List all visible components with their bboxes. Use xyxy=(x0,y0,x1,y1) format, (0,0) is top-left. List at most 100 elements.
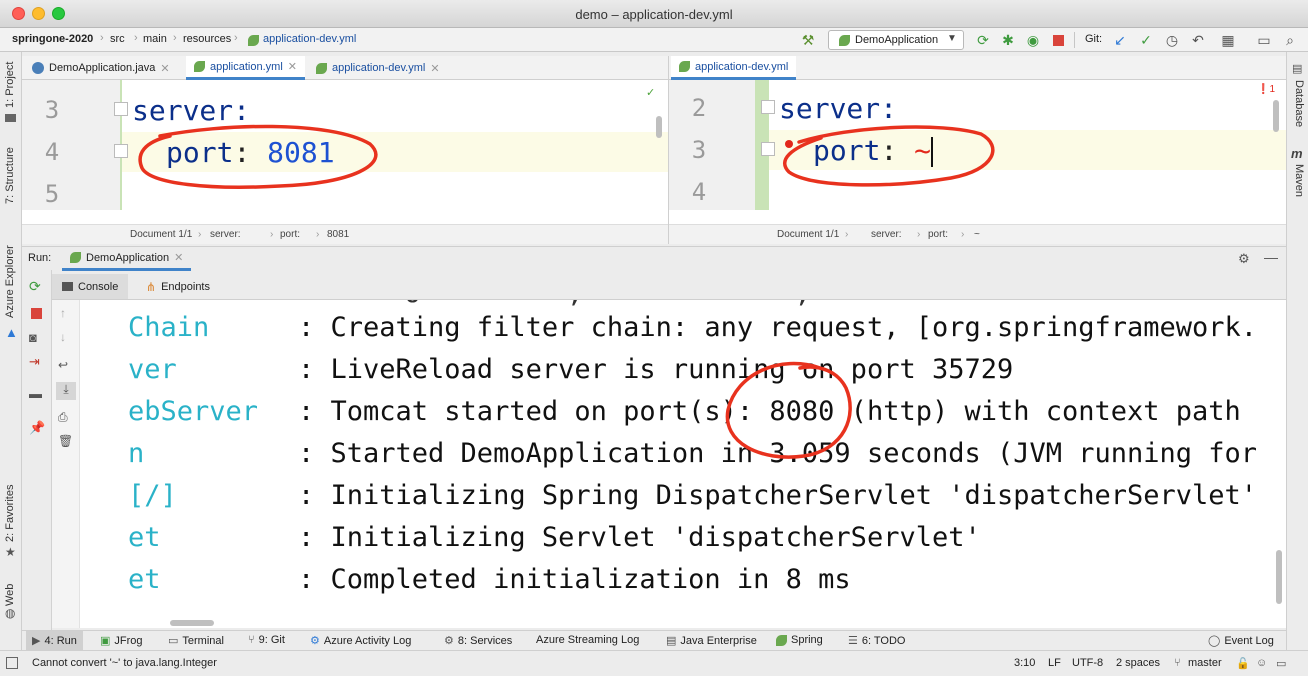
breadcrumb-file[interactable]: application-dev.yml xyxy=(263,33,356,45)
console-output[interactable]: ↑ ↓ ↩ ⤓ ⎙ 🗑 o , , Chain: Creating filter… xyxy=(52,300,1286,628)
tool-tab-project[interactable]: 1: Project xyxy=(4,62,16,108)
log-message: : LiveReload server is running on port 3… xyxy=(298,354,1014,385)
stop-icon[interactable] xyxy=(31,308,42,319)
debug-bug-icon[interactable]: ✱ xyxy=(1000,32,1016,48)
close-icon[interactable]: ✕ xyxy=(160,62,169,75)
tab-endpoints[interactable]: ⋔ Endpoints xyxy=(140,274,216,299)
tool-tab-git[interactable]: ⑂ 9: Git xyxy=(248,634,285,646)
chevron-right-icon: › xyxy=(173,32,177,44)
memory-indicator-icon[interactable]: ▭ xyxy=(1276,657,1286,670)
caret-position[interactable]: 3:10 xyxy=(1014,657,1035,669)
breadcrumb-value[interactable]: 8081 xyxy=(327,229,349,240)
close-icon[interactable]: ✕ xyxy=(288,60,297,73)
project-structure-icon[interactable]: ▦ xyxy=(1220,32,1236,48)
tool-tab-terminal[interactable]: ▭ Terminal xyxy=(168,634,224,648)
line-separator[interactable]: LF xyxy=(1048,657,1061,669)
clipped-line: o , , xyxy=(128,300,810,309)
git-history-clock-icon[interactable]: ◷ xyxy=(1164,32,1180,48)
run-configuration-select[interactable]: DemoApplication ▼ xyxy=(828,30,964,50)
rerun-icon[interactable]: ⟳ xyxy=(975,32,991,48)
horizontal-scrollbar[interactable] xyxy=(170,620,214,626)
vertical-scrollbar[interactable] xyxy=(1273,100,1279,132)
arrow-down-icon[interactable]: ↓ xyxy=(60,330,66,344)
scroll-to-end-icon[interactable]: ⤓ xyxy=(56,382,76,400)
exit-icon[interactable]: ⇥ xyxy=(29,354,40,370)
run-configuration-label: DemoApplication xyxy=(855,34,939,46)
tool-tab-favorites[interactable]: 2: Favorites xyxy=(4,485,16,542)
tab-application-dev-yml[interactable]: application-dev.yml xyxy=(671,56,797,80)
minimize-icon[interactable]: — xyxy=(1264,249,1278,265)
close-icon[interactable]: ✕ xyxy=(174,251,183,264)
tool-tab-spring[interactable]: Spring xyxy=(776,634,823,646)
terminal-window-icon[interactable]: ▭ xyxy=(1256,32,1272,48)
close-icon[interactable]: ✕ xyxy=(430,62,439,75)
toggle-tool-windows-icon[interactable] xyxy=(6,657,18,669)
inspector-face-icon[interactable]: ☺ xyxy=(1256,657,1267,669)
breadcrumb-port[interactable]: port: xyxy=(928,229,948,240)
tool-tab-todo[interactable]: ☰ 6: TODO xyxy=(848,634,905,648)
fold-icon[interactable] xyxy=(761,100,775,114)
tool-tab-azure-explorer[interactable]: Azure Explorer xyxy=(4,245,16,318)
logger-name: Chain xyxy=(128,312,210,343)
search-icon[interactable]: ⌕ xyxy=(1282,32,1298,48)
breadcrumb-server[interactable]: server: xyxy=(210,229,241,240)
git-update-arrow-icon[interactable]: ↙ xyxy=(1112,32,1128,48)
lock-icon[interactable]: 🔓 xyxy=(1236,657,1250,670)
tab-console[interactable]: Console xyxy=(52,274,129,299)
tool-tab-structure[interactable]: 7: Structure xyxy=(4,147,16,204)
git-rollback-icon[interactable]: ↶ xyxy=(1190,32,1206,48)
breadcrumb-project[interactable]: springone-2020 xyxy=(12,33,93,45)
breadcrumb-document[interactable]: Document 1/1 xyxy=(130,229,192,240)
layout-icon[interactable]: ▬ xyxy=(29,386,42,401)
pin-icon[interactable]: 📌 xyxy=(29,420,45,436)
print-icon[interactable]: ⎙ xyxy=(58,410,68,425)
tool-tab-database[interactable]: Database xyxy=(1293,80,1305,127)
tool-tab-java-enterprise[interactable]: ▤ Java Enterprise xyxy=(666,634,757,648)
tab-demoapplication-java[interactable]: DemoApplication.java ✕ xyxy=(24,56,178,80)
breadcrumb-main[interactable]: main xyxy=(143,33,167,45)
breadcrumb-resources[interactable]: resources xyxy=(183,33,231,45)
run-config-tab[interactable]: DemoApplication ✕ xyxy=(62,247,192,271)
breadcrumb-src[interactable]: src xyxy=(110,33,125,45)
tool-tab-run[interactable]: ▶ 4: Run xyxy=(26,631,83,650)
right-editor[interactable]: 2 3 4 server: port: ~ ❗1 xyxy=(669,80,1286,218)
logger-name: n xyxy=(128,438,145,469)
fold-icon[interactable] xyxy=(761,142,775,156)
trash-icon[interactable]: 🗑 xyxy=(58,434,73,448)
tool-tab-jfrog[interactable]: ▣ JFrog xyxy=(100,634,143,648)
breadcrumb-server[interactable]: server: xyxy=(871,229,902,240)
rerun-icon[interactable]: ⟳ xyxy=(29,278,41,295)
fold-icon[interactable] xyxy=(114,144,128,158)
git-branch-icon: ⑂ xyxy=(248,634,255,646)
breadcrumb-port[interactable]: port: xyxy=(280,229,300,240)
status-message[interactable]: Cannot convert '~' to java.lang.Integer xyxy=(32,657,217,669)
database-icon: ▤ xyxy=(1292,63,1303,75)
vertical-scrollbar[interactable] xyxy=(1276,550,1282,604)
tool-tab-azure-streaming-log[interactable]: Azure Streaming Log xyxy=(536,634,639,646)
tool-tab-services[interactable]: ⚙ 8: Services xyxy=(444,634,512,648)
indent-setting[interactable]: 2 spaces xyxy=(1116,657,1160,669)
arrow-up-icon[interactable]: ↑ xyxy=(60,306,66,320)
stop-icon[interactable] xyxy=(1050,32,1066,48)
git-commit-check-icon[interactable]: ✓ xyxy=(1138,32,1154,48)
fold-icon[interactable] xyxy=(114,102,128,116)
gear-icon[interactable]: ⚙ xyxy=(1238,251,1250,267)
tool-tab-event-log[interactable]: ◯ Event Log xyxy=(1208,634,1274,648)
git-branch[interactable]: master xyxy=(1188,657,1222,669)
build-hammer-icon[interactable]: ⚒ xyxy=(800,32,816,48)
breadcrumb-value[interactable]: ~ xyxy=(974,229,980,240)
tab-application-dev-yml[interactable]: application-dev.yml ✕ xyxy=(308,56,448,80)
left-editor[interactable]: 3 4 5 server: port: 8081 ✓ xyxy=(22,80,668,220)
tool-tab-maven[interactable]: Maven xyxy=(1293,164,1305,197)
tool-tab-web[interactable]: Web xyxy=(4,584,16,606)
vertical-scrollbar[interactable] xyxy=(656,116,662,138)
soft-wrap-icon[interactable]: ↩ xyxy=(58,358,68,372)
spring-boot-icon xyxy=(839,35,850,46)
camera-icon[interactable]: ◙ xyxy=(29,330,37,345)
file-encoding[interactable]: UTF-8 xyxy=(1072,657,1103,669)
tool-tab-azure-activity-log[interactable]: ⚙ Azure Activity Log xyxy=(310,634,411,648)
error-count-icon[interactable]: ❗1 xyxy=(1257,84,1275,95)
coverage-icon[interactable]: ◉ xyxy=(1025,32,1041,48)
breadcrumb-document[interactable]: Document 1/1 xyxy=(777,229,839,240)
tab-application-yml[interactable]: application.yml ✕ xyxy=(186,56,305,80)
